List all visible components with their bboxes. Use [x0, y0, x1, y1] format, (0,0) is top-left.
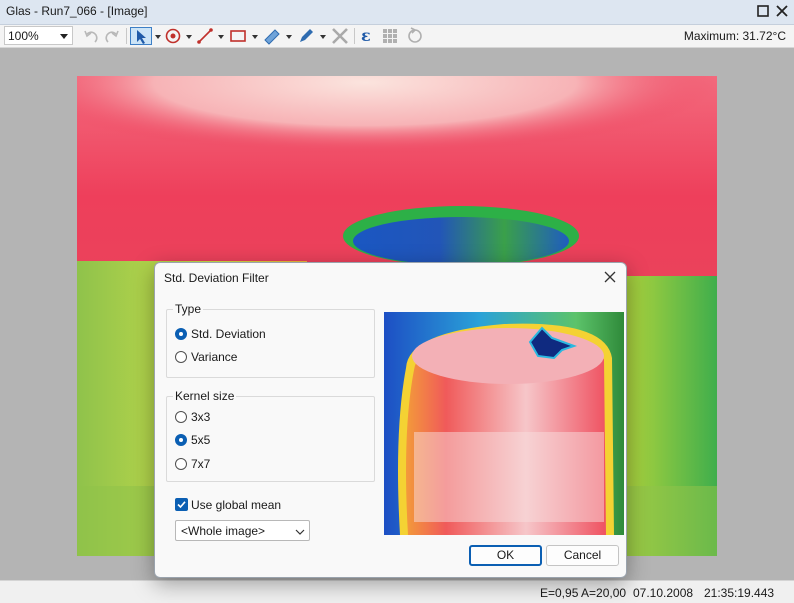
toolbar-separator [126, 28, 127, 44]
close-icon[interactable] [774, 3, 790, 19]
radio-label: Std. Deviation [191, 327, 266, 341]
status-date: 07.10.2008 [633, 586, 694, 600]
radio-dot [175, 351, 187, 363]
chevron-down-icon [60, 34, 68, 39]
checkbox-label: Use global mean [191, 498, 282, 512]
pencil-icon[interactable] [296, 27, 316, 45]
chevron-down-icon[interactable] [320, 35, 326, 39]
emissivity-icon[interactable]: ε [358, 27, 376, 45]
radio-dot [175, 458, 187, 470]
redo-icon[interactable] [103, 27, 121, 45]
title-bar: Glas - Run7_066 - [Image] [0, 0, 794, 25]
window-title: Glas - Run7_066 - [Image] [6, 4, 148, 18]
kernel-group-legend: Kernel size [173, 389, 237, 403]
type-group: Type [166, 302, 375, 378]
spot-icon[interactable] [164, 27, 182, 45]
grid-icon[interactable] [381, 27, 399, 45]
chevron-down-icon[interactable] [252, 35, 258, 39]
radio-dot [175, 411, 187, 423]
ok-button[interactable]: OK [469, 545, 542, 566]
zoom-select[interactable]: 100% [4, 26, 73, 45]
delete-icon[interactable] [330, 27, 350, 45]
rectangle-icon[interactable] [228, 27, 248, 45]
maximize-icon[interactable] [755, 3, 771, 19]
radio-label: 3x3 [191, 410, 211, 424]
dialog-title: Std. Deviation Filter [164, 271, 269, 285]
region-select[interactable]: <Whole image> [175, 520, 310, 541]
radio-label: 5x5 [191, 433, 211, 447]
ruler-icon[interactable] [262, 27, 282, 45]
checkmark-icon [175, 498, 188, 511]
chevron-down-icon[interactable] [286, 35, 292, 39]
undo-icon[interactable] [82, 27, 100, 45]
chevron-down-icon[interactable] [218, 35, 224, 39]
status-time: 21:35:19.443 [704, 586, 775, 600]
rotate-icon[interactable] [406, 27, 424, 45]
cancel-button[interactable]: Cancel [546, 545, 619, 566]
maximum-temperature: Maximum: 31.72°C [683, 29, 786, 43]
chevron-down-icon[interactable] [186, 35, 192, 39]
line-icon[interactable] [196, 27, 214, 45]
region-select-value: <Whole image> [181, 524, 266, 538]
type-group-legend: Type [173, 302, 204, 316]
toolbar-separator [354, 28, 355, 44]
svg-text:ε: ε [361, 27, 371, 45]
chevron-down-icon[interactable] [155, 35, 161, 39]
filter-preview-image [384, 312, 624, 535]
chevron-down-icon [295, 526, 305, 540]
close-icon[interactable] [600, 267, 620, 287]
pointer-icon[interactable] [130, 27, 152, 45]
status-bar: E=0,95 A=20,00 07.10.2008 21:35:19.443 [0, 580, 794, 603]
zoom-value: 100% [8, 29, 39, 43]
status-emissivity: E=0,95 A=20,00 [540, 586, 627, 600]
radio-dot [175, 328, 187, 340]
toolbar: 100% ε Maximum: 31.72°C [0, 25, 794, 48]
radio-label: 7x7 [191, 457, 211, 471]
radio-label: Variance [191, 350, 238, 364]
radio-dot [175, 434, 187, 446]
